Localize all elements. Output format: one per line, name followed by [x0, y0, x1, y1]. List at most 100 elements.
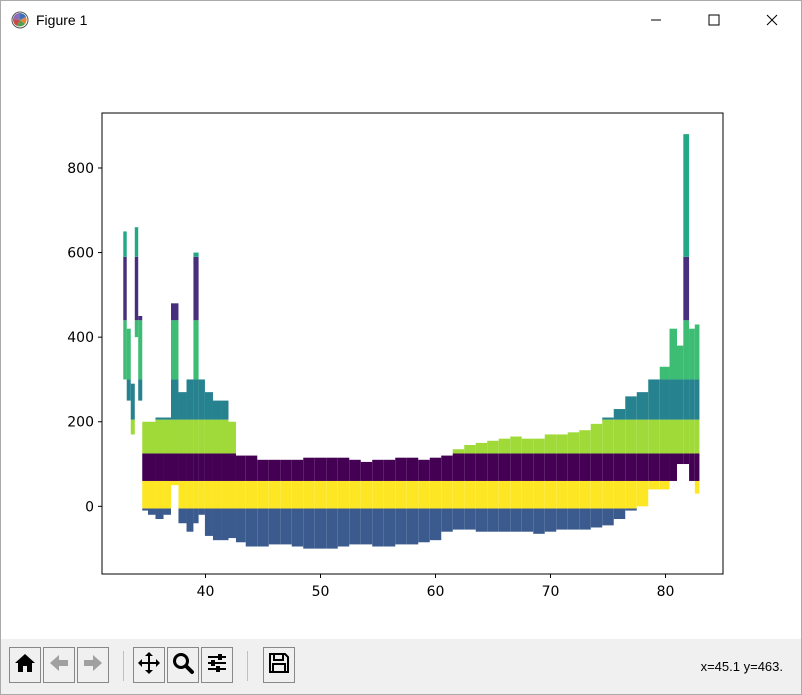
back-arrow-icon	[47, 651, 71, 679]
y-tick-label: 600	[67, 246, 94, 262]
data-bar-segment	[383, 459, 396, 481]
data-bar-segment	[198, 508, 205, 515]
data-bar-segment	[683, 379, 690, 420]
data-bar-segment	[212, 508, 222, 541]
data-bar-segment	[521, 508, 534, 532]
data-bar-segment	[602, 417, 614, 420]
data-bar-segment	[245, 480, 258, 509]
data-bar-segment	[475, 480, 488, 509]
figure-window: Figure 1 40 50 60 70 80 0 200 400 600 800	[0, 0, 802, 695]
data-bar-segment	[337, 480, 350, 509]
data-bar-segment	[138, 320, 143, 380]
data-bar-segment	[268, 508, 281, 545]
x-tick-label: 50	[312, 584, 330, 600]
data-bar-segment	[198, 453, 205, 481]
data-bar-segment	[221, 400, 229, 420]
data-bar-segment	[395, 457, 407, 481]
toolbar-separator	[247, 651, 248, 681]
data-bar-segment	[326, 508, 338, 549]
data-bar-segment	[579, 480, 591, 509]
data-bar-segment	[360, 461, 373, 481]
matplotlib-icon	[11, 11, 29, 29]
data-bar-segment	[198, 379, 205, 420]
data-bar-segment	[510, 436, 522, 454]
pan-button[interactable]	[133, 647, 165, 683]
figure-canvas[interactable]: 40 50 60 70 80 0 200 400 600 800	[1, 41, 801, 639]
data-bar-segment	[648, 379, 660, 420]
data-bar-segment	[257, 459, 269, 481]
data-bar-segment	[683, 134, 690, 257]
home-button[interactable]	[9, 647, 41, 683]
data-bar-segment	[556, 480, 568, 509]
data-bar-segment	[567, 480, 580, 509]
home-icon	[13, 651, 37, 679]
data-bar-segment	[155, 419, 164, 454]
back-button[interactable]	[43, 647, 75, 683]
data-bar-segment	[533, 480, 545, 509]
data-bar-segment	[212, 453, 222, 481]
data-bar-segment	[590, 480, 603, 509]
data-bar-segment	[171, 453, 179, 481]
data-bar-segment	[694, 324, 700, 380]
data-bar-segment	[171, 419, 179, 454]
data-bar-segment	[134, 227, 139, 257]
data-bar-segment	[683, 320, 690, 380]
data-bar-segment	[142, 453, 148, 481]
data-bar-segment	[475, 453, 488, 481]
x-tick-label: 70	[542, 584, 560, 600]
data-bar-segment	[441, 508, 453, 532]
data-bar-segment	[602, 480, 614, 509]
data-bar-segment	[602, 419, 614, 454]
data-bar-segment	[337, 508, 350, 547]
data-bar-segment	[171, 379, 179, 420]
data-bar-segment	[579, 508, 591, 530]
y-tick-label: 800	[67, 161, 94, 177]
data-bar-segment	[186, 508, 194, 532]
data-bar-segment	[148, 480, 156, 509]
data-bar-segment	[689, 419, 695, 454]
minimize-button[interactable]	[633, 1, 679, 39]
toolbar-separator	[123, 651, 124, 681]
data-bar-segment	[155, 453, 164, 481]
data-bar-segment	[171, 303, 179, 321]
zoom-button[interactable]	[167, 647, 199, 683]
x-tick-label: 40	[197, 584, 215, 600]
data-bar-segment	[406, 508, 419, 545]
data-bar-segment	[533, 508, 545, 534]
data-bar-segment	[186, 453, 194, 481]
data-bar-segment	[163, 453, 171, 481]
data-bar-segment	[613, 409, 626, 420]
minimize-icon	[650, 14, 662, 26]
data-bar-segment	[130, 383, 135, 420]
data-bar-segment	[464, 508, 476, 530]
data-bar-segment	[441, 455, 453, 481]
configure-subplots-button[interactable]	[201, 647, 233, 683]
data-bar-segment	[383, 508, 396, 547]
data-bar-segment	[204, 508, 213, 536]
data-bar-segment	[648, 419, 660, 454]
data-bar-segment	[155, 508, 164, 520]
data-bar-segment	[204, 480, 213, 509]
data-bar-segment	[464, 453, 476, 481]
data-bar-segment	[123, 256, 127, 321]
data-bar-segment	[694, 379, 700, 420]
data-bar-segment	[498, 508, 511, 532]
data-bar-segment	[198, 480, 205, 509]
data-bar-segment	[689, 379, 695, 420]
data-bar-segment	[155, 480, 164, 509]
close-button[interactable]	[749, 1, 795, 39]
data-bar-segment	[452, 449, 465, 454]
data-bar-segment	[221, 508, 229, 541]
data-bar-segment	[245, 508, 258, 547]
data-bar-segment	[418, 508, 430, 543]
y-tick-label: 0	[85, 499, 94, 515]
save-button[interactable]	[263, 647, 295, 683]
data-bar-segment	[142, 421, 148, 454]
data-bar-segment	[659, 379, 670, 420]
forward-button[interactable]	[77, 647, 109, 683]
data-bar-segment	[625, 480, 637, 509]
data-bar-segment	[235, 508, 246, 543]
data-bar-segment	[383, 480, 396, 509]
maximize-button[interactable]	[691, 1, 737, 39]
data-bar-segment	[441, 480, 453, 509]
